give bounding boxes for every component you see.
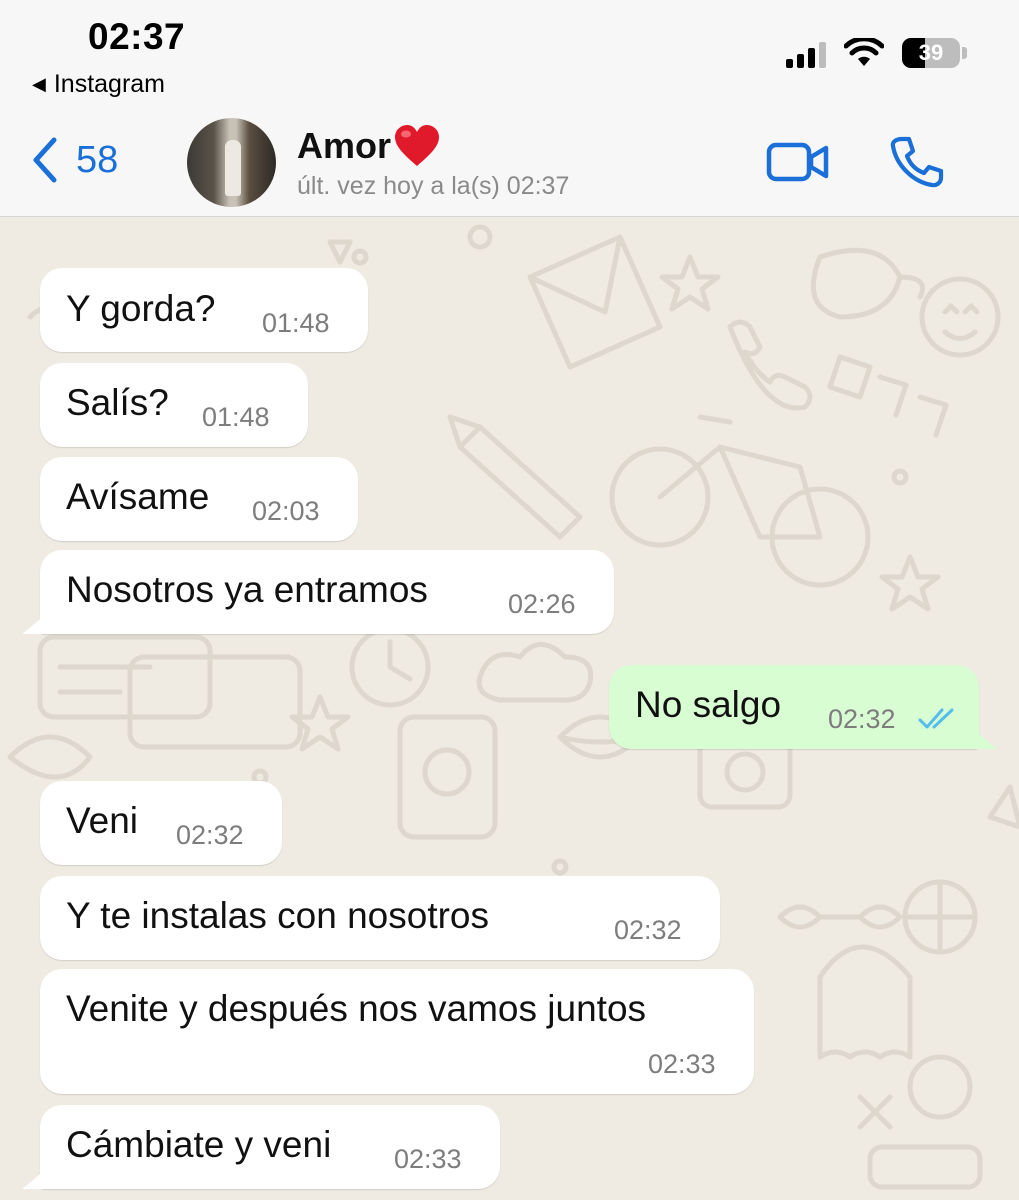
message-text: Y te instalas con nosotros <box>66 895 490 936</box>
back-button[interactable]: 58 <box>30 136 118 184</box>
message-time: 02:32 <box>614 915 682 945</box>
phone-icon <box>890 136 944 188</box>
message-time: 02:03 <box>252 496 320 526</box>
cellular-signal-icon <box>786 38 826 68</box>
message-text: Cámbiate y veni <box>66 1124 332 1165</box>
battery-percent: 39 <box>918 40 944 65</box>
chevron-left-icon <box>33 137 57 183</box>
unread-count: 58 <box>76 138 119 181</box>
message-text: Avísame <box>66 476 210 517</box>
message-time: 02:32 <box>828 704 896 734</box>
message-bubble-incoming[interactable]: Nosotros ya entramos 02:26 <box>40 550 614 634</box>
voice-call-button[interactable] <box>888 136 944 193</box>
back-triangle-icon: ◀ <box>32 74 46 94</box>
status-time: 02:37 <box>88 16 186 57</box>
battery-indicator: 39 <box>902 38 967 68</box>
message-time: 01:48 <box>202 402 270 432</box>
contact-name-text: Amor <box>297 125 392 166</box>
bubble-tail <box>975 731 997 749</box>
message-time: 02:33 <box>394 1144 462 1174</box>
message-bubble-incoming[interactable]: Avísame 02:03 <box>40 457 358 541</box>
contact-avatar[interactable] <box>187 118 276 207</box>
wifi-icon <box>844 38 884 66</box>
message-text: Nosotros ya entramos <box>66 569 428 610</box>
contact-name[interactable]: Amor <box>297 124 441 168</box>
message-time: 02:26 <box>508 589 576 619</box>
bubble-tail <box>22 1171 44 1189</box>
message-bubble-incoming[interactable]: Cámbiate y veni 02:33 <box>40 1105 500 1189</box>
message-text: Veni <box>66 800 139 841</box>
message-bubble-incoming[interactable]: Y gorda? 01:48 <box>40 268 368 352</box>
chat-header: 02:37 ◀ Instagram 39 58 Amor últ. vez ho… <box>0 0 1019 217</box>
read-double-check-icon <box>918 708 954 729</box>
back-app-label: Instagram <box>53 70 166 98</box>
back-to-app-link[interactable]: ◀ Instagram <box>32 70 165 99</box>
message-time: 02:33 <box>648 1049 716 1079</box>
message-bubble-outgoing[interactable]: No salgo 02:32 <box>609 665 979 749</box>
message-bubble-incoming[interactable]: Salís? 01:48 <box>40 363 308 447</box>
message-bubble-incoming[interactable]: Venite y después nos vamos juntos 02:33 <box>40 969 754 1094</box>
video-call-icon <box>766 142 829 182</box>
message-time: 01:48 <box>262 308 330 338</box>
message-text: No salgo <box>635 684 782 725</box>
heart-emoji-icon <box>395 125 440 166</box>
last-seen-status: últ. vez hoy a la(s) 02:37 <box>297 172 570 200</box>
message-time: 02:32 <box>176 820 244 850</box>
message-bubble-incoming[interactable]: Y te instalas con nosotros 02:32 <box>40 876 720 960</box>
message-text: Y gorda? <box>66 288 216 329</box>
video-call-button[interactable] <box>766 142 830 187</box>
message-text: Salís? <box>66 382 169 423</box>
chat-area[interactable]: Y gorda? 01:48 Salís? 01:48 Avísame 02:0… <box>0 217 1019 1200</box>
bubble-tail <box>22 616 44 634</box>
status-icons: 39 <box>786 38 967 68</box>
message-text: Venite y después nos vamos juntos <box>66 988 647 1029</box>
message-bubble-incoming[interactable]: Veni 02:32 <box>40 781 282 865</box>
